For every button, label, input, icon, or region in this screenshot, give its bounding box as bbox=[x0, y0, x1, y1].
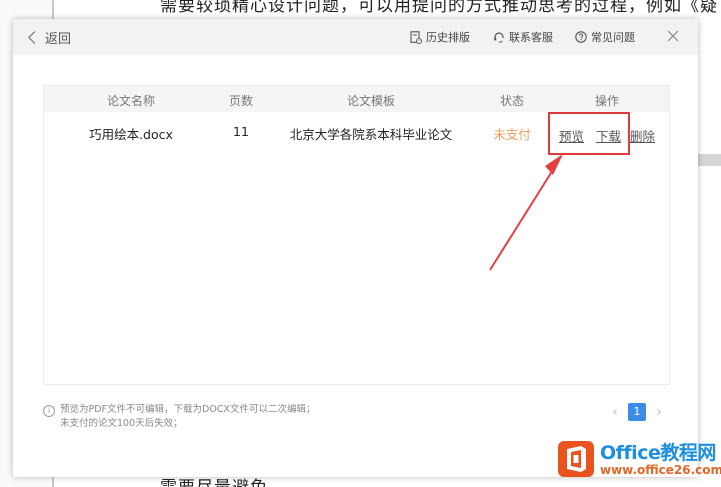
dialog-header: 返回 历史排版 联系客服 常见问题 bbox=[13, 19, 698, 55]
cell-paper-name: 巧用绘本.docx bbox=[89, 127, 173, 142]
faq-link[interactable]: 常见问题 bbox=[575, 29, 635, 45]
back-label: 返回 bbox=[45, 32, 72, 47]
office-logo-icon bbox=[558, 441, 594, 477]
info-icon: i bbox=[43, 405, 55, 417]
close-icon[interactable] bbox=[666, 29, 680, 43]
column-header-pages: 页数 bbox=[228, 94, 254, 108]
headset-icon bbox=[494, 32, 504, 43]
prev-page-icon[interactable]: ‹ bbox=[608, 404, 622, 420]
page-number-current[interactable]: 1 bbox=[628, 403, 646, 421]
history-layout-label: 历史排版 bbox=[426, 31, 470, 44]
next-page-icon[interactable]: › bbox=[652, 404, 666, 420]
table-header: 论文名称 页数 论文模板 状态 操作 bbox=[44, 86, 669, 112]
cell-template: 北京大学各院系本科毕业论文 bbox=[289, 127, 453, 142]
history-doc-icon bbox=[410, 30, 422, 44]
footer-note: i 预览为PDF文件不可编辑，下载为DOCX文件可以二次编辑； 未支付的论文10… bbox=[43, 403, 315, 431]
cell-page-count: 11 bbox=[233, 124, 249, 139]
watermark-url: www.office26.com bbox=[600, 463, 721, 477]
status-badge: 未支付 bbox=[493, 127, 531, 142]
watermark-logo: Office教程网 www.office26.com bbox=[556, 437, 721, 483]
note-line-1: 预览为PDF文件不可编辑，下载为DOCX文件可以二次编辑； bbox=[60, 404, 316, 415]
pagination: ‹ 1 › bbox=[608, 403, 666, 421]
chevron-left-icon bbox=[28, 31, 41, 44]
note-line-2: 未支付的论文100天后失效； bbox=[60, 418, 183, 429]
annotation-highlight-box bbox=[548, 112, 630, 155]
faq-label: 常见问题 bbox=[591, 31, 635, 44]
column-header-actions: 操作 bbox=[594, 94, 620, 108]
column-header-status: 状态 bbox=[499, 94, 525, 108]
question-circle-icon bbox=[575, 31, 587, 43]
contact-support-label: 联系客服 bbox=[509, 31, 553, 44]
history-dialog: 返回 历史排版 联系客服 常见问题 论文名称 页数 论文模板 状态 操作 巧用绘… bbox=[13, 19, 698, 477]
column-header-template: 论文模板 bbox=[346, 94, 396, 108]
delete-link[interactable]: 删除 bbox=[630, 126, 655, 145]
watermark-title: Office教程网 bbox=[600, 442, 716, 464]
column-header-name: 论文名称 bbox=[106, 94, 156, 108]
back-button[interactable]: 返回 bbox=[27, 28, 71, 47]
background-text-top: 需要较琐精心设计问题，可以用提问的方式推动思考的过程，例如《疑 bbox=[160, 0, 718, 16]
history-layout-link[interactable]: 历史排版 bbox=[410, 29, 470, 45]
contact-support-link[interactable]: 联系客服 bbox=[493, 29, 553, 45]
background-scroll-stub bbox=[698, 154, 721, 166]
